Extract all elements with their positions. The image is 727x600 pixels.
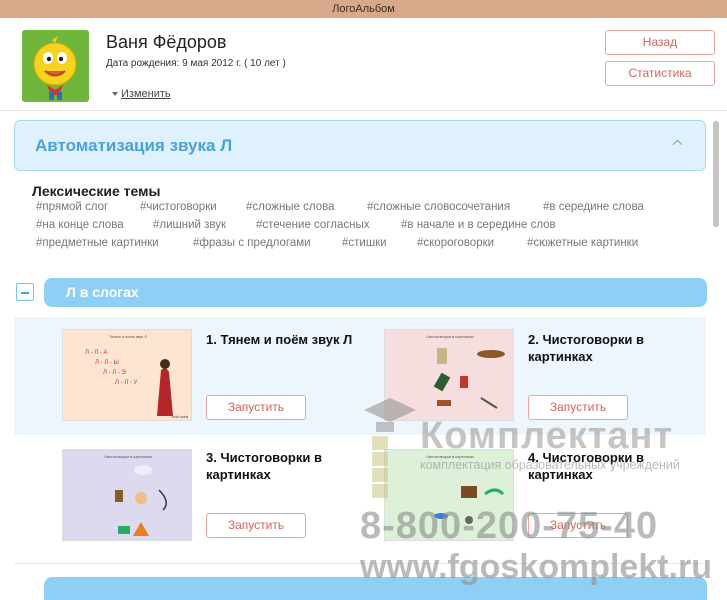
vertical-scrollbar[interactable] [712, 121, 720, 600]
tag[interactable]: #сюжетные картинки [527, 237, 638, 249]
thumb-footer: Знай поём [171, 415, 189, 419]
card-title: 1. Тянем и поём звук Л [206, 332, 353, 347]
back-button[interactable]: Назад [605, 30, 715, 55]
tag[interactable]: #предметные картинки [36, 237, 159, 249]
tag[interactable]: #в середине слова [543, 201, 644, 213]
card-thumbnail[interactable]: Тянем и поём звук Л Л - Л - А Л - Л - Ы … [62, 329, 192, 421]
card-title: 4. Чистоговорки в картинках [528, 450, 644, 482]
tag[interactable]: #фразы с предлогами [193, 237, 311, 249]
thumb-syllable: Л - Л - Ы [95, 360, 119, 366]
thumb-title: Тянем и поём звук Л [109, 334, 147, 339]
group-title: Л в слогах [66, 284, 139, 300]
tag[interactable]: #стишки [342, 237, 387, 249]
thumb-syllable: Л - Л - У [115, 380, 138, 386]
tag[interactable]: #сложные словосочетания [367, 201, 510, 213]
card-title: 3. Чистоговорки в картинках [206, 450, 322, 482]
card-title: 2. Чистоговорки в картинках [528, 332, 644, 364]
card-thumbnail[interactable]: Чистоговорки в картинках [384, 449, 514, 541]
card-thumbnail[interactable]: Чистоговорки в картинках [62, 449, 192, 541]
section-header[interactable]: Автоматизация звука Л [14, 120, 706, 171]
statistics-button[interactable]: Статистика [605, 61, 715, 86]
scrollbar-thumb[interactable] [713, 121, 719, 227]
tag[interactable]: #стечение согласных [256, 219, 370, 231]
row-divider [14, 563, 706, 564]
run-button[interactable]: Запустить [528, 513, 628, 538]
thumb-syllable: Л - Л - А [85, 350, 108, 356]
run-button[interactable]: Запустить [206, 395, 306, 420]
group-header[interactable]: Л в слогах [44, 278, 707, 307]
window-title: ЛогоАльбом [0, 0, 727, 18]
tag[interactable]: #прямой слог [36, 201, 108, 213]
collapse-toggle[interactable] [16, 283, 34, 301]
tag[interactable]: #лишний звук [153, 219, 226, 231]
thumb-title: Чистоговорки в картинках [426, 334, 474, 339]
run-button[interactable]: Запустить [528, 395, 628, 420]
next-group-header[interactable] [44, 577, 707, 600]
tag[interactable]: #сложные слова [246, 201, 335, 213]
edit-label: Изменить [121, 88, 171, 100]
edit-profile-link[interactable]: Изменить [112, 88, 171, 100]
card-thumbnail[interactable]: Чистоговорки в картинках [384, 329, 514, 421]
thumb-syllable: Л - Л - Э [103, 370, 127, 376]
lexical-topics-title: Лексические темы [32, 183, 161, 199]
tag[interactable]: #чистоговорки [140, 201, 217, 213]
profile-panel: Ваня Фёдоров Дата рождения: 9 мая 2012 г… [0, 18, 727, 110]
content-scroll-area[interactable]: Автоматизация звука Л Лексические темы #… [0, 111, 727, 600]
tag[interactable]: #в начале и в середине слов [401, 219, 556, 231]
tag[interactable]: #скороговорки [417, 237, 494, 249]
tag[interactable]: #на конце слова [36, 219, 124, 231]
birth-date: Дата рождения: 9 мая 2012 г. ( 10 лет ) [106, 58, 286, 69]
section-title: Автоматизация звука Л [35, 136, 233, 155]
child-name: Ваня Фёдоров [106, 32, 227, 52]
thumb-title: Чистоговорки в картинках [104, 454, 152, 459]
chevron-up-icon[interactable] [672, 139, 683, 150]
thumb-title: Чистоговорки в картинках [426, 454, 474, 459]
caret-down-icon [112, 92, 118, 97]
run-button[interactable]: Запустить [206, 513, 306, 538]
avatar [22, 30, 89, 102]
